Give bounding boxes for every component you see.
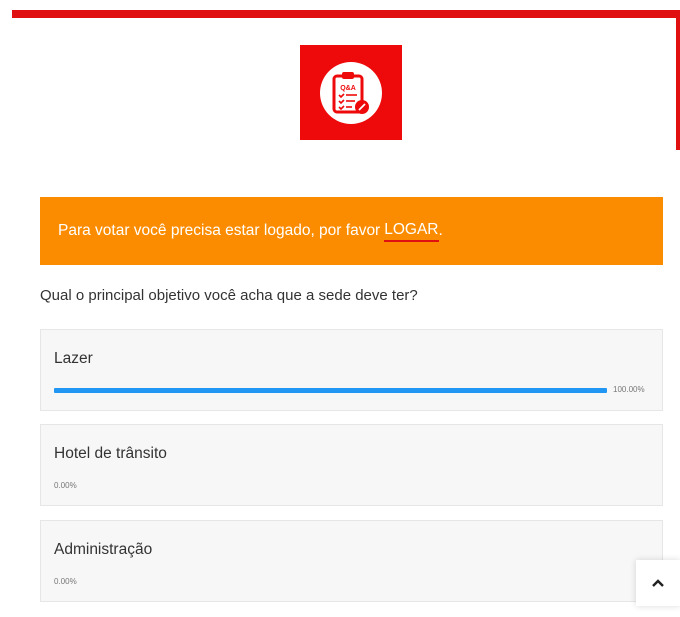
alert-message: Para votar você precisa estar logado, po… xyxy=(58,222,381,239)
alert-trailing: . xyxy=(438,222,443,239)
logo-text: Q&A xyxy=(340,85,356,92)
option-progress-bar xyxy=(54,388,607,393)
option-percent: 100.00% xyxy=(613,385,645,394)
poll-option-administracao[interactable]: Administração 0.00% xyxy=(40,520,663,602)
clipboard-checklist-icon: Q&A xyxy=(320,61,382,124)
page: Q&A Para votar você precisa estar logado… xyxy=(0,0,680,617)
login-link[interactable]: LOGAR xyxy=(384,221,439,242)
option-percent: 0.00% xyxy=(54,481,77,490)
top-accent-bar xyxy=(12,10,680,18)
option-percent: 0.00% xyxy=(54,577,77,586)
option-label: Hotel de trânsito xyxy=(54,445,167,462)
option-label: Administração xyxy=(54,541,153,558)
option-progress-track xyxy=(54,388,607,393)
site-logo[interactable]: Q&A xyxy=(300,45,402,140)
poll-option-lazer[interactable]: Lazer 100.00% xyxy=(40,329,663,411)
poll-question: Qual o principal objetivo você acha que … xyxy=(40,287,418,304)
option-label: Lazer xyxy=(54,350,93,367)
poll-option-hotel-de-transito[interactable]: Hotel de trânsito 0.00% xyxy=(40,424,663,506)
scroll-to-top-button[interactable] xyxy=(636,560,680,606)
chevron-up-icon xyxy=(652,579,664,587)
login-required-alert: Para votar você precisa estar logado, po… xyxy=(40,197,663,265)
right-accent-edge xyxy=(676,18,680,150)
